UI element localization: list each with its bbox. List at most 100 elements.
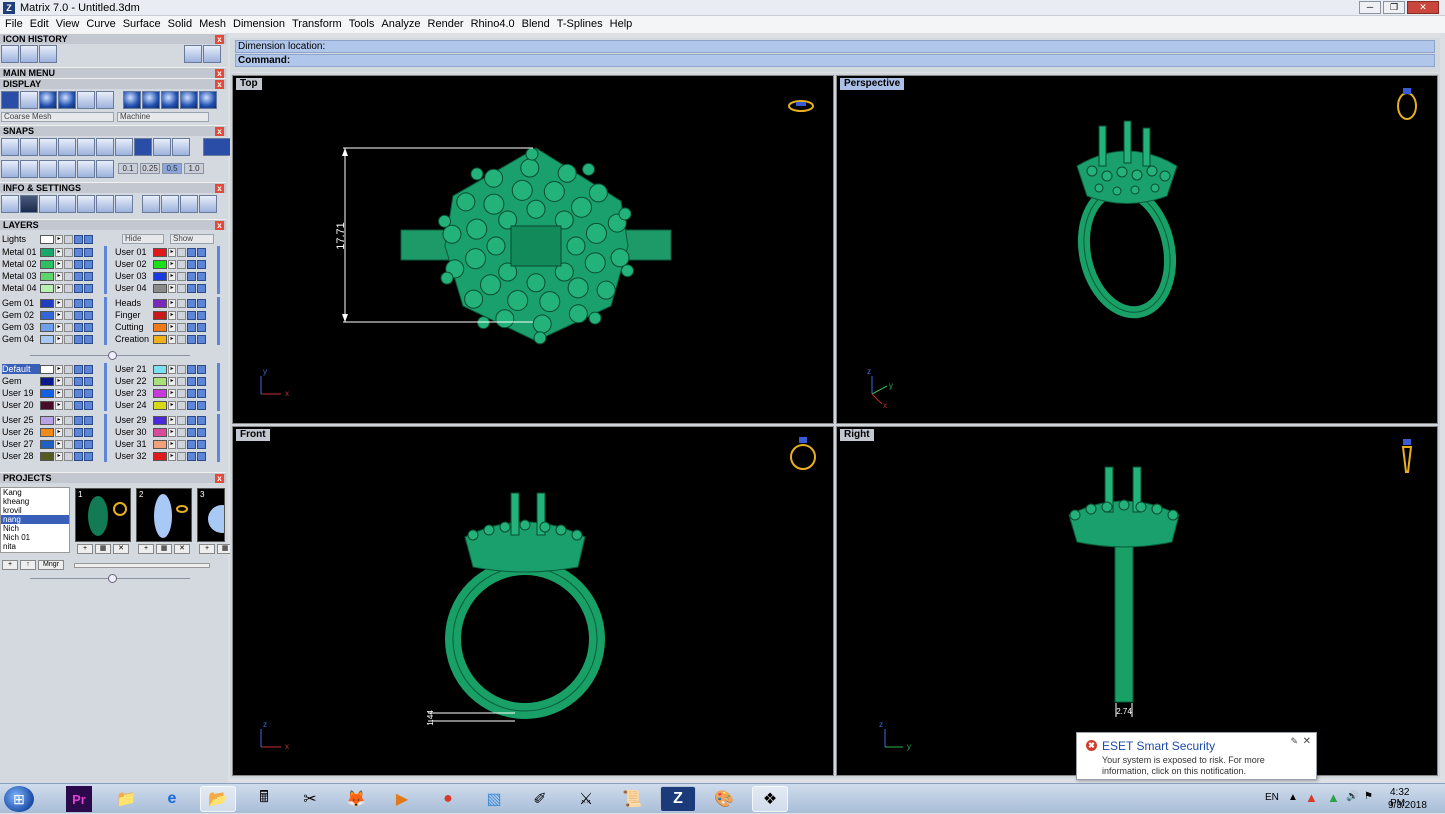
- close-icon[interactable]: x: [215, 35, 224, 44]
- lock-icon[interactable]: [64, 247, 73, 257]
- close-button[interactable]: ✕: [1407, 1, 1439, 14]
- layer-expand-icon[interactable]: ▸: [55, 415, 63, 425]
- layer-left-gem-03[interactable]: Gem 03 ▸: [2, 321, 93, 333]
- display-mode-icon[interactable]: [77, 91, 95, 109]
- language-indicator[interactable]: EN: [1265, 792, 1279, 803]
- layer-color-swatch[interactable]: [153, 271, 167, 281]
- snap-grid-icon[interactable]: [1, 138, 19, 156]
- layer-state-icon[interactable]: [197, 283, 206, 293]
- lock-icon[interactable]: [64, 364, 73, 374]
- layer-expand-icon[interactable]: ▸: [168, 376, 176, 386]
- visibility-icon[interactable]: [187, 439, 196, 449]
- material-platinum-icon[interactable]: [161, 91, 179, 109]
- visibility-icon[interactable]: [187, 364, 196, 374]
- project-item-selected[interactable]: nang: [1, 515, 69, 524]
- layer-state-icon[interactable]: [84, 259, 93, 269]
- layer-color-swatch[interactable]: [153, 415, 167, 425]
- lock-icon[interactable]: [64, 427, 73, 437]
- layer-expand-icon[interactable]: ▸: [168, 247, 176, 257]
- layer-right-user-02[interactable]: User 02 ▸: [115, 258, 206, 270]
- notification-title[interactable]: ESET Smart Security: [1102, 739, 1215, 753]
- app-icon-1[interactable]: ▧: [476, 786, 512, 812]
- snap-end-icon[interactable]: [58, 138, 76, 156]
- layer-expand-icon[interactable]: ▸: [55, 427, 63, 437]
- menu-analyze[interactable]: Analyze: [380, 16, 426, 33]
- history-icon-2[interactable]: [20, 45, 38, 63]
- lock-icon[interactable]: [64, 388, 73, 398]
- maximize-button[interactable]: ❐: [1383, 1, 1405, 14]
- info-icon-4[interactable]: [58, 195, 76, 213]
- layer-state-icon[interactable]: [197, 247, 206, 257]
- layer-left-user-19[interactable]: User 19 ▸: [2, 387, 93, 399]
- layer-lights[interactable]: Lights ▸: [2, 233, 93, 245]
- lock-icon[interactable]: [177, 283, 186, 293]
- visibility-icon[interactable]: [187, 283, 196, 293]
- layer-state-icon[interactable]: [197, 334, 206, 344]
- snap-star-icon[interactable]: [96, 160, 114, 178]
- lock-icon[interactable]: [177, 451, 186, 461]
- layer-state-icon[interactable]: [197, 439, 206, 449]
- layer-state-icon[interactable]: [197, 400, 206, 410]
- media-player-icon[interactable]: ▶: [384, 786, 420, 812]
- layer-state-icon[interactable]: [84, 322, 93, 332]
- layer-color-swatch[interactable]: [153, 334, 167, 344]
- layer-color-swatch[interactable]: [153, 439, 167, 449]
- layer-color-swatch[interactable]: [40, 364, 54, 374]
- layer-color-swatch[interactable]: [40, 415, 54, 425]
- layer-state-icon[interactable]: [197, 388, 206, 398]
- layer-state-icon[interactable]: [84, 283, 93, 293]
- lock-icon[interactable]: [64, 322, 73, 332]
- layer-expand-icon[interactable]: ▸: [55, 451, 63, 461]
- snap-diamond-icon[interactable]: [77, 160, 95, 178]
- layer-left-metal-02[interactable]: Metal 02 ▸: [2, 258, 93, 270]
- layer-left-metal-04[interactable]: Metal 04 ▸: [2, 282, 93, 294]
- lock-icon[interactable]: [64, 400, 73, 410]
- thumb-scrollbar[interactable]: [74, 563, 210, 568]
- info-icon-9[interactable]: [161, 195, 179, 213]
- layer-right-user-24[interactable]: User 24 ▸: [115, 399, 206, 411]
- thumb-open-button[interactable]: ▦: [156, 544, 172, 554]
- layer-left-gem[interactable]: Gem ▸: [2, 375, 93, 387]
- layer-color-swatch[interactable]: [40, 247, 54, 257]
- layer-state-icon[interactable]: [84, 364, 93, 374]
- menu-edit[interactable]: Edit: [29, 16, 55, 33]
- layer-state-icon[interactable]: [84, 400, 93, 410]
- snap-value-025[interactable]: 0.25: [140, 163, 160, 174]
- layer-expand-icon[interactable]: ▸: [55, 271, 63, 281]
- thumb-add-button[interactable]: +: [199, 544, 215, 554]
- snap-tangent-icon[interactable]: [39, 160, 57, 178]
- layer-state-icon[interactable]: [84, 451, 93, 461]
- section-display[interactable]: DISPLAY x: [0, 78, 226, 89]
- layer-color-swatch[interactable]: [153, 310, 167, 320]
- lock-icon[interactable]: [64, 451, 73, 461]
- material-chrome-icon[interactable]: [180, 91, 198, 109]
- lock-icon[interactable]: [177, 247, 186, 257]
- visibility-icon[interactable]: [187, 400, 196, 410]
- project-item[interactable]: Nich: [1, 524, 69, 533]
- layer-color-swatch[interactable]: [40, 271, 54, 281]
- visibility-icon[interactable]: [74, 427, 83, 437]
- menu-rhino[interactable]: Rhino4.0: [470, 16, 521, 33]
- section-main-menu[interactable]: MAIN MENU x: [0, 67, 226, 78]
- close-icon[interactable]: x: [215, 127, 224, 136]
- section-info-settings[interactable]: INFO & SETTINGS x: [0, 182, 226, 193]
- layer-expand-icon[interactable]: ▸: [55, 439, 63, 449]
- layer-left-default[interactable]: Default ▸: [2, 363, 93, 375]
- layer-expand-icon[interactable]: ▸: [168, 415, 176, 425]
- calculator-icon[interactable]: 🖩: [246, 786, 282, 812]
- project-up-button[interactable]: ↑: [20, 560, 36, 570]
- layer-state-icon[interactable]: [197, 271, 206, 281]
- menu-curve[interactable]: Curve: [85, 16, 121, 33]
- lock-icon[interactable]: [177, 376, 186, 386]
- visibility-icon[interactable]: [187, 451, 196, 461]
- manager-button[interactable]: Mngr: [38, 560, 64, 570]
- snap-mid-icon[interactable]: [153, 138, 171, 156]
- layer-right-user-23[interactable]: User 23 ▸: [115, 387, 206, 399]
- section-icon-history[interactable]: ICON HISTORY x: [0, 33, 226, 44]
- visibility-icon[interactable]: [187, 247, 196, 257]
- layer-right-finger[interactable]: Finger ▸: [115, 309, 206, 321]
- visibility-icon[interactable]: [187, 322, 196, 332]
- render-sphere2-icon[interactable]: [58, 91, 76, 109]
- layer-state-icon[interactable]: [197, 259, 206, 269]
- lock-icon[interactable]: [177, 388, 186, 398]
